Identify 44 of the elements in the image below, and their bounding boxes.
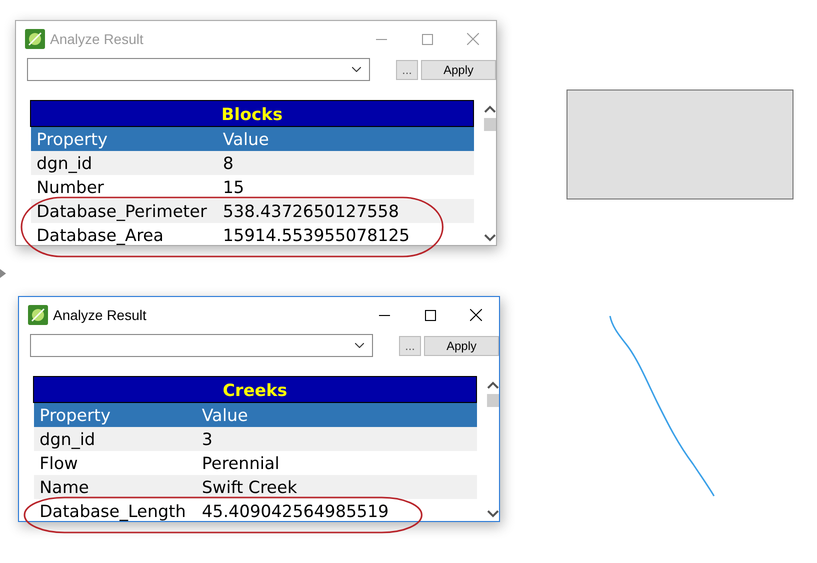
caret-icon (352, 67, 361, 72)
value-cell: Perennial (196, 451, 476, 475)
more-button[interactable]: ... (399, 336, 421, 356)
column-header: Property (30, 126, 217, 151)
property-cell: Flow (34, 451, 196, 475)
property-cell: dgn_id (34, 427, 196, 451)
window-title: Analyze Result (50, 31, 144, 47)
table-title: Blocks (30, 100, 474, 126)
column-header: Value (196, 402, 476, 427)
handle-icon (0, 269, 7, 278)
value-cell: 45.409042564985519 (196, 499, 476, 521)
caret-icon (355, 343, 364, 348)
property-cell: dgn_id (30, 151, 217, 175)
scroll-up-icon[interactable] (487, 381, 499, 389)
close-icon[interactable] (470, 309, 482, 321)
property-cell: Name (34, 475, 196, 499)
scroll-thumb[interactable] (487, 394, 499, 407)
property-cell: Database_Perimeter (30, 199, 217, 223)
scroll-down-icon[interactable] (487, 510, 499, 518)
dropdown-field[interactable] (27, 58, 370, 81)
property-cell: Database_Area (30, 223, 217, 245)
value-cell: 538.4372650127558 (216, 199, 474, 223)
column-header: Value (216, 126, 474, 151)
scroll-up-icon[interactable] (484, 105, 496, 113)
apply-button[interactable]: Apply (421, 60, 496, 80)
value-cell: Swift Creek (196, 475, 476, 499)
more-button[interactable]: ... (396, 60, 418, 80)
maximize-icon[interactable] (424, 310, 436, 320)
table-title: Creeks (34, 376, 476, 402)
column-header: Property (34, 402, 196, 427)
value-cell: 8 (216, 151, 474, 175)
dropdown-field[interactable] (30, 334, 373, 357)
scroll-down-icon[interactable] (484, 234, 496, 242)
window-title: Analyze Result (53, 307, 148, 323)
property-cell: Database_Length (34, 499, 196, 521)
value-cell: 3 (196, 427, 476, 451)
app-icon (25, 29, 45, 49)
property-cell: Number (30, 175, 217, 199)
app-icon (28, 305, 48, 325)
value-cell: 15 (216, 175, 474, 199)
value-cell: 15914.553955078125 (216, 223, 474, 245)
scroll-thumb[interactable] (484, 118, 496, 131)
minimize-icon[interactable] (378, 314, 390, 316)
apply-button[interactable]: Apply (424, 336, 499, 356)
